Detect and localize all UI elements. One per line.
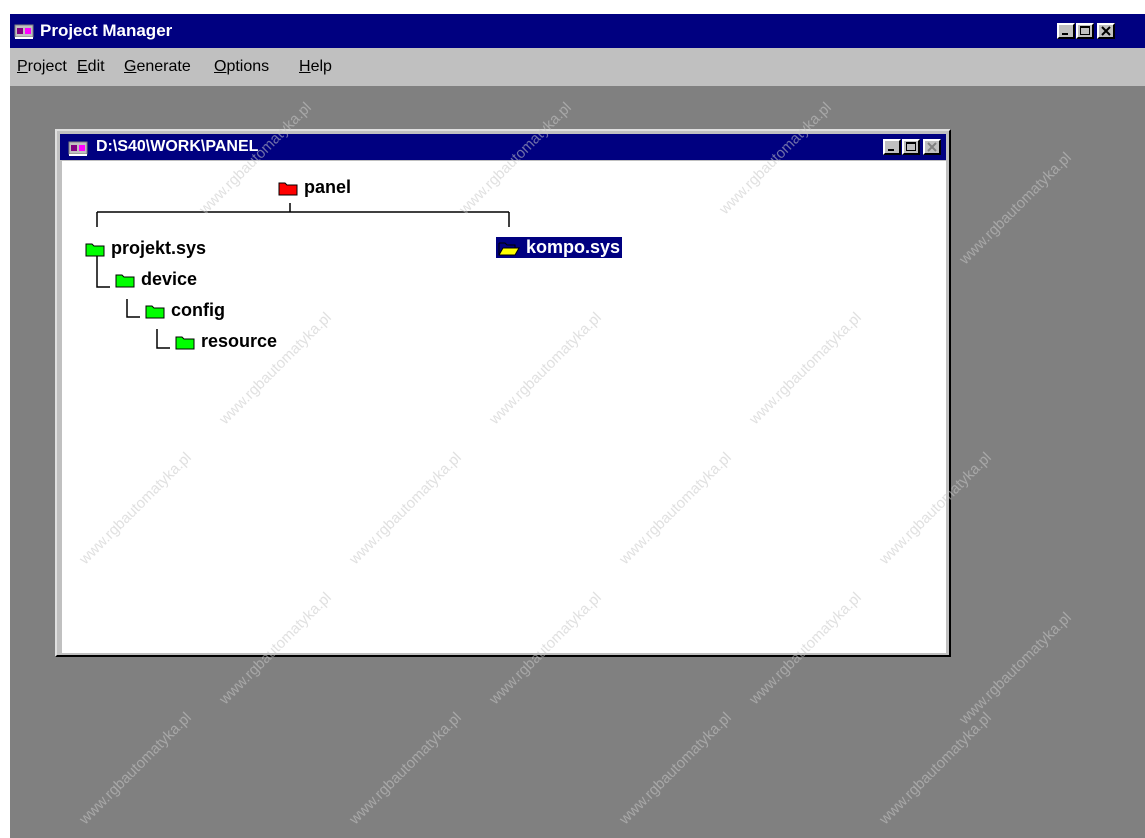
child-window-title: D:\S40\WORK\PANEL	[96, 138, 259, 155]
open-folder-icon	[498, 242, 520, 255]
project-tree-window: D:\S40\WORK\PANEL panel projekt.sys komp…	[55, 129, 951, 657]
menu-options[interactable]: Options	[214, 58, 269, 76]
menu-bar: Project Edit Generate Options Help	[10, 48, 1145, 86]
window-title: Project Manager	[40, 21, 173, 40]
tree-node-device[interactable]: device	[115, 269, 197, 290]
maximize-button[interactable]	[1076, 23, 1094, 39]
child-minimize-button[interactable]	[883, 139, 901, 155]
child-window-icon	[68, 141, 88, 156]
minimize-button[interactable]	[1057, 23, 1075, 39]
tree-node-resource[interactable]: resource	[175, 331, 277, 352]
project-tree: panel projekt.sys kompo.sys device confi…	[62, 161, 946, 653]
folder-icon	[115, 274, 135, 287]
tree-node-panel[interactable]: panel	[278, 177, 351, 198]
tree-node-projekt-sys[interactable]: projekt.sys	[85, 238, 206, 259]
title-bar[interactable]: Project Manager	[10, 14, 1145, 48]
minimize-icon	[888, 149, 894, 151]
tree-node-kompo-sys[interactable]: kompo.sys	[496, 237, 623, 258]
menu-generate[interactable]: Generate	[124, 58, 191, 76]
menu-help[interactable]: Help	[299, 58, 332, 76]
folder-icon	[278, 182, 298, 195]
child-close-button[interactable]	[923, 139, 941, 155]
tree-connectors	[96, 203, 510, 349]
app-icon	[14, 24, 34, 39]
child-title-bar[interactable]: D:\S40\WORK\PANEL	[60, 134, 946, 160]
close-icon	[1101, 26, 1111, 36]
minimize-icon	[1062, 33, 1068, 35]
folder-icon	[145, 305, 165, 318]
tree-node-config[interactable]: config	[145, 300, 225, 321]
child-maximize-button[interactable]	[902, 139, 920, 155]
project-manager-window: Project Manager Project Edit Generate Op…	[10, 14, 1145, 838]
menu-project[interactable]: Project	[17, 58, 67, 76]
close-button[interactable]	[1097, 23, 1115, 39]
folder-icon	[175, 336, 195, 349]
maximize-icon	[906, 142, 916, 151]
menu-edit[interactable]: Edit	[77, 58, 105, 76]
folder-icon	[85, 243, 105, 256]
maximize-icon	[1080, 26, 1090, 35]
close-icon	[927, 142, 937, 152]
